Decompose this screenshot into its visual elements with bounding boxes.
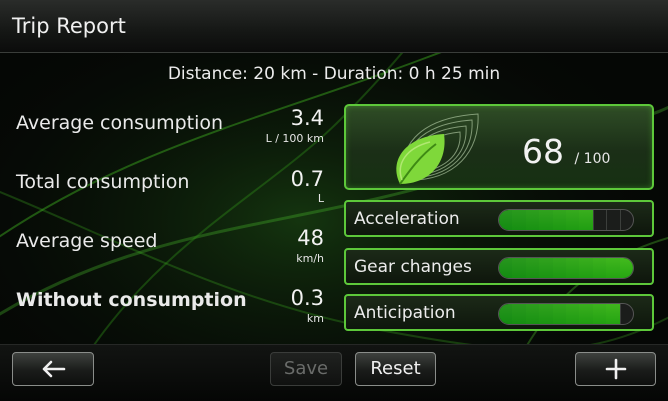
back-button[interactable] <box>12 352 94 386</box>
title-bar: Trip Report <box>0 0 668 53</box>
level-segment-filled <box>512 304 527 324</box>
average-consumption-value: 3.4 <box>290 106 324 130</box>
level-segment-filled <box>606 304 621 324</box>
level-segment-filled <box>539 304 554 324</box>
eco-score-panel: 68 / 100 <box>344 104 654 190</box>
average-speed-value: 48 <box>297 226 324 250</box>
level-segment-filled <box>592 258 608 278</box>
page-title: Trip Report <box>12 14 126 38</box>
level-segment-filled <box>552 258 567 278</box>
anticipation-bar <box>498 303 634 325</box>
level-segment-empty <box>619 304 633 324</box>
trip-summary: Distance: 20 km - Duration: 0 h 25 min <box>167 64 501 84</box>
anticipation-row: Anticipation <box>344 294 654 331</box>
save-button[interactable]: Save <box>270 352 342 386</box>
level-segment-filled <box>606 258 621 278</box>
level-segment-filled <box>579 304 594 324</box>
average-consumption-unit: L / 100 km <box>265 132 324 145</box>
level-segment-filled <box>566 210 581 230</box>
level-segment-filled <box>512 258 527 278</box>
level-segment-empty <box>606 210 620 230</box>
level-segment-filled <box>499 258 514 278</box>
level-segment-filled <box>552 210 567 230</box>
add-button[interactable] <box>575 352 656 386</box>
eco-leaf-icon <box>396 113 479 185</box>
without-consumption-unit: km <box>306 312 324 325</box>
level-segment-empty <box>592 210 607 230</box>
acceleration-bar <box>498 209 634 231</box>
level-segment-filled <box>566 304 581 324</box>
level-segment-filled <box>499 304 514 324</box>
level-segment-filled <box>579 210 594 230</box>
without-consumption-label: Without consumption <box>16 289 247 311</box>
acceleration-row: Acceleration <box>344 200 654 237</box>
eco-score-value: 68 <box>522 132 564 171</box>
eco-score: 68 / 100 <box>522 132 610 171</box>
level-segment-filled <box>512 210 527 230</box>
gear-changes-row: Gear changes <box>344 248 654 285</box>
plus-icon <box>605 358 626 380</box>
level-segment-filled <box>499 210 514 230</box>
eco-score-max: / 100 <box>574 151 611 167</box>
anticipation-label: Anticipation <box>354 303 456 323</box>
level-segment-filled <box>579 258 594 278</box>
level-segment-filled <box>525 258 541 278</box>
gear-changes-bar <box>498 257 634 279</box>
average-consumption-label: Average consumption <box>16 112 224 134</box>
level-segment-filled <box>525 304 541 324</box>
level-segment-empty <box>619 210 633 230</box>
level-segment-filled <box>552 304 567 324</box>
arrow-left-icon <box>42 360 66 378</box>
total-consumption-unit: L <box>317 192 324 205</box>
average-speed-unit: km/h <box>296 252 324 265</box>
level-segment-filled <box>592 304 608 324</box>
level-segment-filled <box>539 210 554 230</box>
without-consumption-value: 0.3 <box>290 286 324 310</box>
level-segment-filled <box>566 258 581 278</box>
reset-button[interactable]: Reset <box>355 352 436 386</box>
level-segment-filled <box>525 210 541 230</box>
total-consumption-value: 0.7 <box>290 167 324 191</box>
acceleration-label: Acceleration <box>354 209 460 229</box>
average-speed-label: Average speed <box>16 230 158 252</box>
gear-changes-label: Gear changes <box>354 257 472 277</box>
total-consumption-label: Total consumption <box>16 171 190 193</box>
level-segment-filled <box>539 258 554 278</box>
level-segment-filled <box>619 258 633 278</box>
